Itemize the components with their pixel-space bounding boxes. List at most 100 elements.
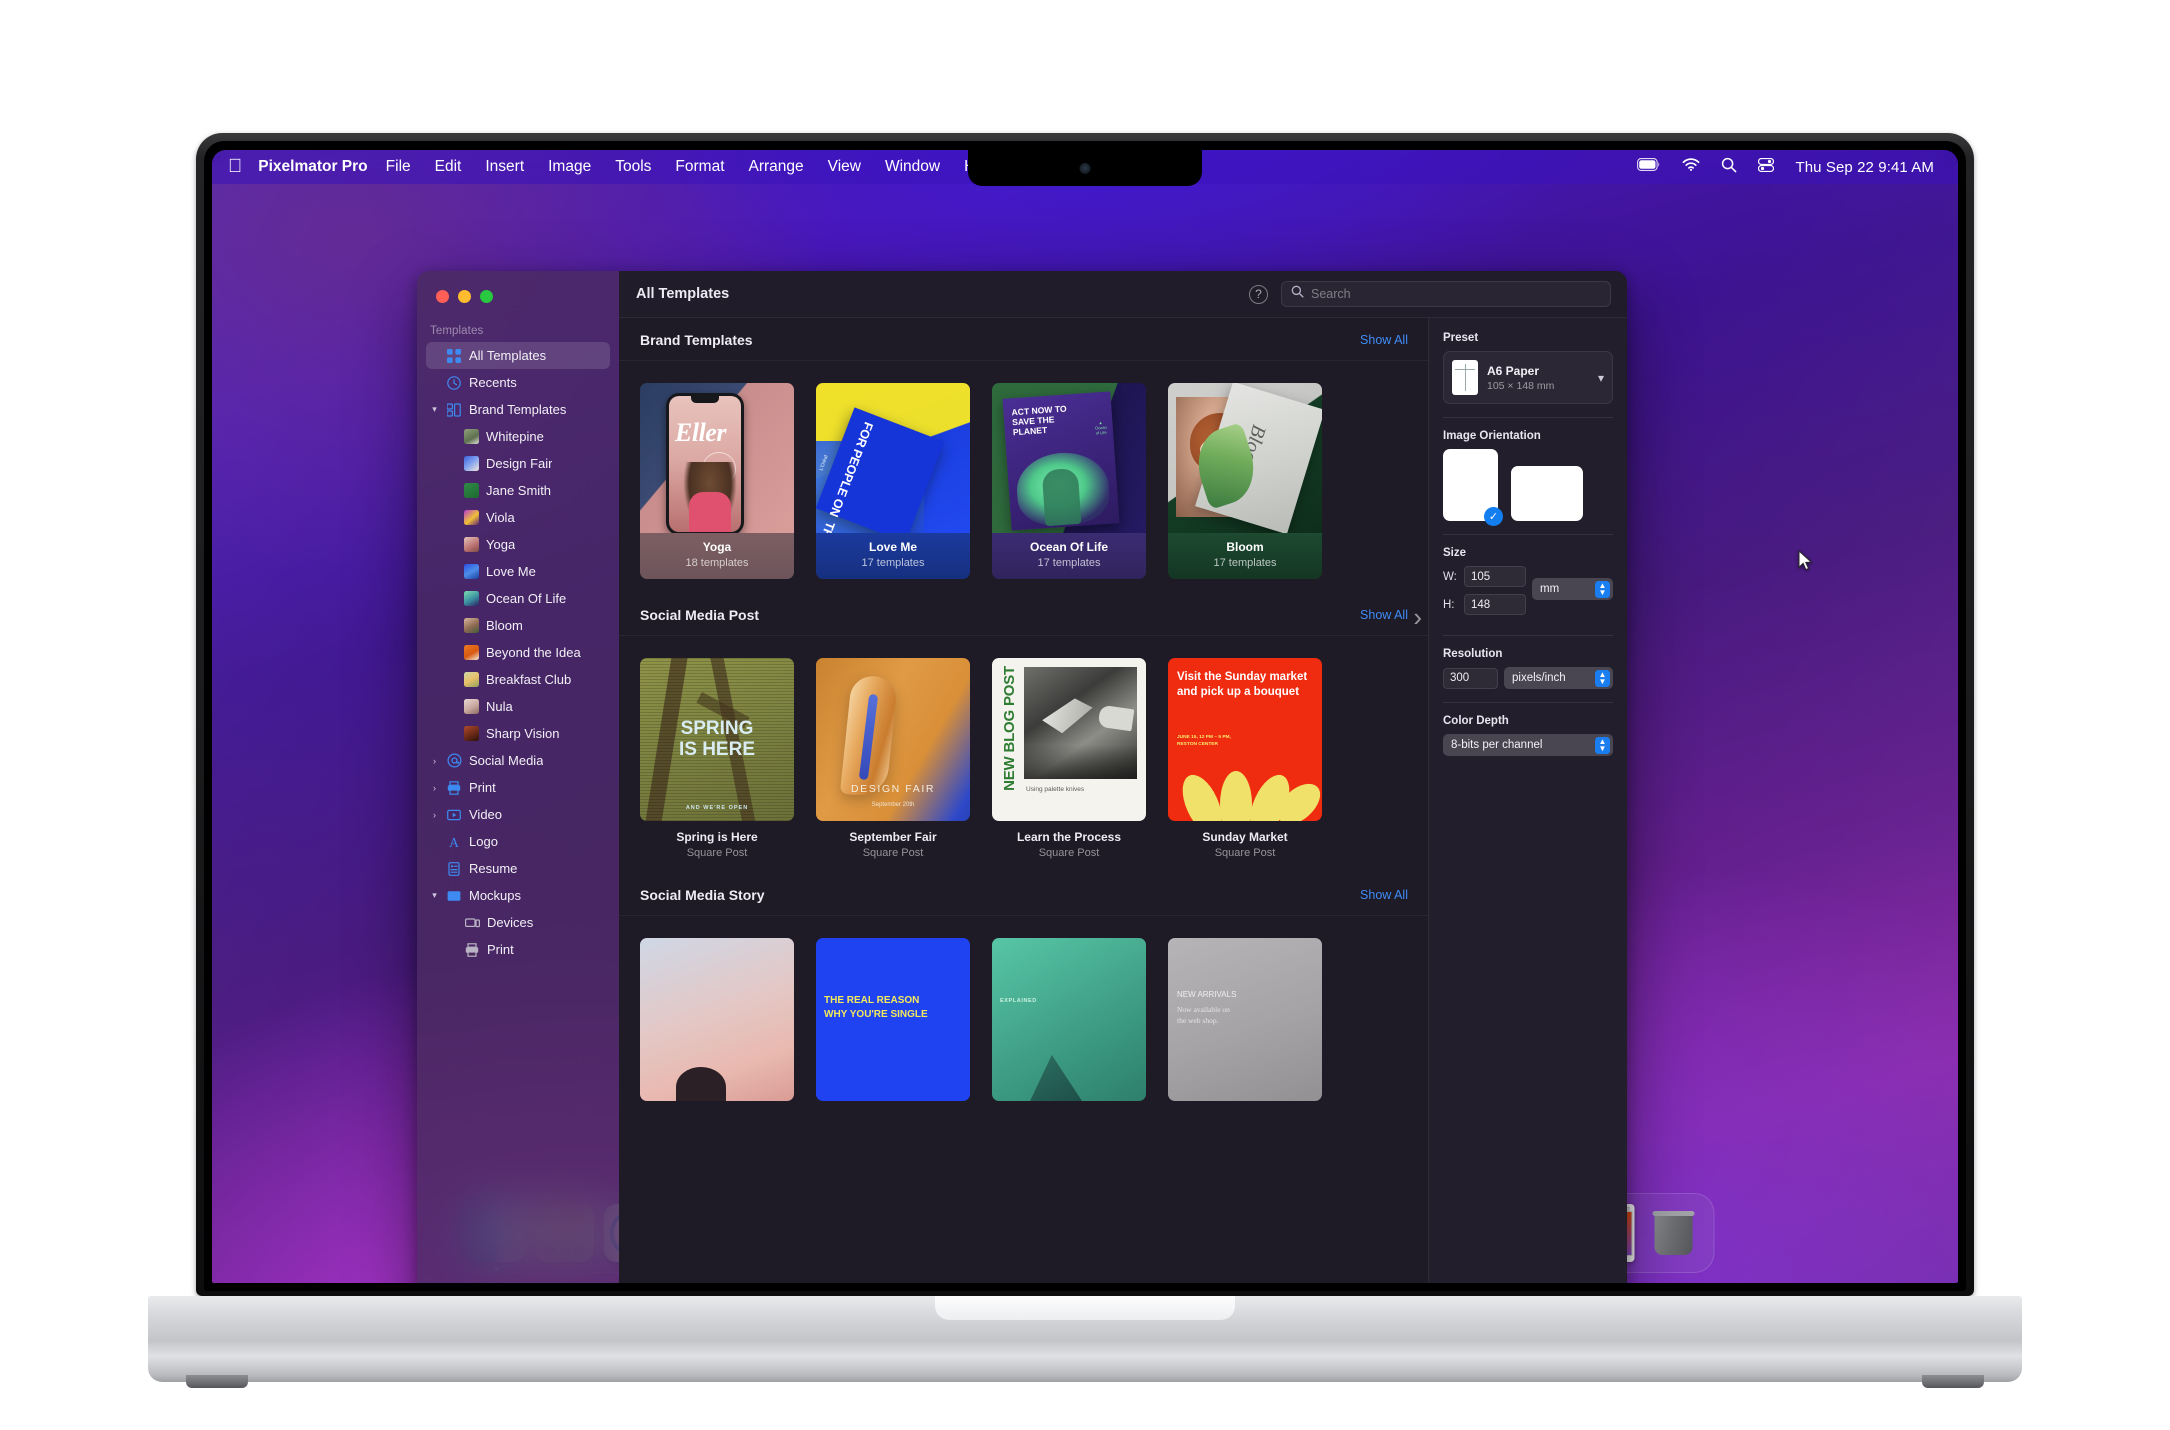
orientation-options: ✓ (1443, 449, 1613, 526)
maximize-button[interactable] (480, 290, 493, 303)
width-input[interactable]: 105 (1464, 566, 1526, 587)
template-card-sunday-market[interactable]: Visit the Sunday market and pick up a bo… (1168, 658, 1322, 859)
sidebar-item-love-me[interactable]: Love Me (426, 558, 610, 585)
sidebar-item-mockups[interactable]: ▾ Mockups (426, 882, 610, 909)
chevron-right-icon[interactable]: › (429, 756, 440, 766)
menu-format[interactable]: Format (663, 158, 736, 176)
sidebar-item-social-media[interactable]: › Social Media (426, 747, 610, 774)
preset-dropdown[interactable]: A6 Paper 105 × 148 mm ▾ (1443, 351, 1613, 404)
template-card-september-fair[interactable]: DESIGN FAIR September 20th September Fai… (816, 658, 970, 859)
color-depth-label: Color Depth (1443, 715, 1509, 727)
sidebar-item-label: Yoga (486, 537, 516, 552)
minimize-button[interactable] (458, 290, 471, 303)
apple-logo-icon[interactable]:  (228, 157, 242, 176)
sidebar-item-logo[interactable]: A Logo (426, 828, 610, 855)
sidebar-item-label: Viola (486, 510, 515, 525)
sidebar-item-label: Recents (469, 375, 517, 390)
sidebar-item-label: Resume (469, 861, 518, 876)
template-card-learn-the-process[interactable]: NEW BLOG POST Using palette knives Learn… (992, 658, 1146, 859)
sidebar-item-print[interactable]: Print (426, 936, 610, 963)
search-input[interactable]: Search (1281, 281, 1611, 307)
card-caption: Sunday Market Square Post (1168, 821, 1322, 859)
sidebar-item-bloom[interactable]: Bloom (426, 612, 610, 639)
template-card-story-4[interactable]: NEW ARRIVALS Now available on the web sho… (1168, 938, 1322, 1101)
sidebar-item-yoga[interactable]: Yoga (426, 531, 610, 558)
card-artwork: Bloom (1168, 383, 1322, 533)
template-gallery[interactable]: Brand Templates Show All Eller Yoga 18 t… (619, 318, 1429, 1283)
template-card-love-me[interactable]: FOR PEOPLE ON THE FRONT LINES OF LOVE L'… (816, 383, 970, 579)
sidebar-item-video[interactable]: › Video (426, 801, 610, 828)
height-input[interactable]: 148 (1464, 594, 1526, 615)
window-traffic-lights[interactable] (417, 271, 619, 303)
sidebar-item-design-fair[interactable]: Design Fair (426, 450, 610, 477)
orientation-portrait-option[interactable]: ✓ (1443, 449, 1503, 526)
sidebar-item-jane-smith[interactable]: Jane Smith (426, 477, 610, 504)
stepper-icon[interactable]: ▲ ▼ (1595, 736, 1610, 754)
sidebar-item-brand-templates[interactable]: ▾ Brand Templates (426, 396, 610, 423)
close-button[interactable] (436, 290, 449, 303)
control-center-icon[interactable] (1758, 157, 1775, 177)
color-depth-select[interactable]: 8-bits per channel ▲ ▼ (1443, 734, 1613, 756)
sidebar-item-sharp-vision[interactable]: Sharp Vision (426, 720, 610, 747)
sidebar-item-all-templates[interactable]: All Templates (426, 342, 610, 369)
resolution-input[interactable]: 300 (1443, 667, 1498, 689)
brand-icon (446, 402, 462, 418)
camera-icon (1079, 163, 1091, 174)
show-all-link-brand[interactable]: Show All (1360, 333, 1408, 347)
menu-file[interactable]: File (374, 158, 423, 176)
stepper-icon[interactable]: ▲ ▼ (1595, 580, 1610, 598)
sidebar-item-beyond-the-idea[interactable]: Beyond the Idea (426, 639, 610, 666)
card-title: Sunday Market (1202, 830, 1288, 844)
chevron-right-icon[interactable]: › (429, 810, 440, 820)
search-icon[interactable] (1721, 157, 1737, 178)
card-subtitle: Square Post (1038, 847, 1100, 859)
chevron-down-icon[interactable]: ▾ (429, 404, 440, 415)
template-card-spring-is-here[interactable]: SPRING IS HERE AND WE'RE OPEN Spring is H… (640, 658, 794, 859)
help-icon[interactable]: ? (1249, 284, 1268, 304)
sidebar-item-whitepine[interactable]: Whitepine (426, 423, 610, 450)
sidebar-item-devices[interactable]: Devices (426, 909, 610, 936)
card-caption: Spring is Here Square Post (640, 821, 794, 859)
menu-edit[interactable]: Edit (423, 158, 474, 176)
wifi-icon[interactable] (1682, 158, 1700, 176)
menu-view[interactable]: View (816, 158, 873, 176)
sidebar-item-breakfast-club[interactable]: Breakfast Club (426, 666, 610, 693)
sidebar-item-label: Print (469, 780, 496, 795)
template-card-story-1[interactable] (640, 938, 794, 1101)
template-card-ocean-of-life[interactable]: ACT NOW TO SAVE THE PLANET ▲ Ocean of Life O… (992, 383, 1146, 579)
menu-image[interactable]: Image (536, 158, 603, 176)
card-caption: September Fair Square Post (816, 821, 970, 859)
card-artwork: SPRING IS HERE AND WE'RE OPEN (640, 658, 794, 821)
scroll-right-chevron-icon[interactable]: › (1413, 604, 1422, 630)
menu-window[interactable]: Window (873, 158, 952, 176)
sidebar-item-nula[interactable]: Nula (426, 693, 610, 720)
template-card-bloom[interactable]: Bloom Bloom 17 templates (1168, 383, 1322, 579)
sidebar-item-recents[interactable]: Recents (426, 369, 610, 396)
resolution-unit-select[interactable]: pixels/inch ▲ ▼ (1504, 667, 1613, 689)
section-header-brand-templates: Brand Templates Show All (619, 318, 1428, 361)
battery-icon[interactable] (1637, 158, 1661, 176)
card-subtitle: Square Post (862, 847, 924, 859)
template-card-yoga[interactable]: Eller First classis free (640, 383, 794, 579)
chevron-down-icon[interactable]: ▾ (429, 890, 440, 901)
thumb-beyond (464, 645, 479, 660)
chevron-right-icon[interactable]: › (429, 783, 440, 793)
menu-tools[interactable]: Tools (603, 158, 663, 176)
show-all-link-post[interactable]: Show All (1360, 608, 1408, 622)
dock-item-trash[interactable] (1645, 1204, 1703, 1262)
menu-arrange[interactable]: Arrange (737, 158, 816, 176)
template-card-story-3[interactable]: EXPLAINED (992, 938, 1146, 1101)
menubar-clock[interactable]: Thu Sep 22 9:41 AM (1795, 159, 1934, 176)
size-unit-select[interactable]: mm ▲ ▼ (1532, 578, 1613, 600)
sidebar-item-print[interactable]: › Print (426, 774, 610, 801)
sidebar-item-viola[interactable]: Viola (426, 504, 610, 531)
paper-size-icon (1452, 360, 1478, 395)
stepper-icon[interactable]: ▲ ▼ (1595, 669, 1610, 687)
menu-insert[interactable]: Insert (473, 158, 536, 176)
orientation-landscape-option[interactable] (1511, 466, 1583, 521)
sidebar-item-ocean-of-life[interactable]: Ocean Of Life (426, 585, 610, 612)
template-card-story-2[interactable]: THE REAL REASON WHY YOU'RE SINGLE (816, 938, 970, 1101)
show-all-link-story[interactable]: Show All (1360, 888, 1408, 902)
menubar-app-name[interactable]: Pixelmator Pro (258, 158, 367, 176)
sidebar-item-resume[interactable]: Resume (426, 855, 610, 882)
